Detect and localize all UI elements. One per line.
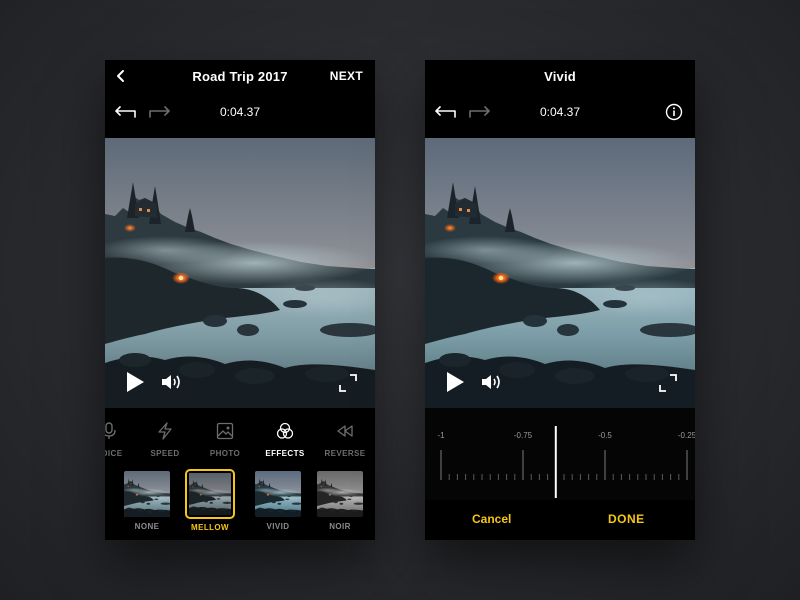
tab-label: SPEED — [150, 449, 180, 458]
action-bar: Cancel DONE — [425, 500, 695, 540]
filter-label: NONE — [134, 522, 160, 531]
rewind-icon — [337, 425, 353, 437]
slider-ruler[interactable]: -1 -0.75 -0.5 -0.25 — [425, 408, 695, 500]
filter-mellow[interactable]: MELLOW — [185, 468, 235, 532]
video-frame — [105, 138, 375, 408]
editor-screen-effects: Road Trip 2017 NEXT 0:04.37 ICE SPEED PH… — [105, 60, 375, 540]
next-button[interactable]: NEXT — [330, 69, 363, 83]
fullscreen-icon[interactable] — [659, 374, 677, 392]
filter-preview-image — [124, 471, 170, 517]
top-bar: Road Trip 2017 NEXT — [105, 60, 375, 94]
info-icon[interactable] — [665, 103, 683, 121]
filter-label: NOIR — [329, 522, 351, 531]
filter-vivid[interactable]: VIVID — [253, 468, 303, 531]
filter-preview-image — [255, 471, 301, 517]
top-bar: Vivid — [425, 60, 695, 94]
volume-icon[interactable] — [481, 373, 503, 391]
lightning-icon — [158, 422, 172, 440]
history-bar: 0:04.37 — [425, 94, 695, 138]
filter-none[interactable]: NONE — [122, 468, 172, 531]
play-icon[interactable] — [125, 371, 145, 393]
tab-label: PHOTO — [209, 449, 241, 458]
slider-tick-label: -0.5 — [598, 431, 612, 440]
filter-thumbnail — [255, 471, 301, 517]
slider-tick-label: -1 — [437, 431, 445, 440]
filter-preview-image — [317, 471, 363, 517]
volume-icon[interactable] — [161, 373, 183, 391]
filter-title: Vivid — [544, 69, 576, 84]
video-preview[interactable] — [105, 138, 375, 408]
done-button[interactable]: DONE — [608, 512, 645, 526]
image-icon — [216, 422, 234, 440]
filter-thumbnail — [185, 469, 235, 519]
history-bar: 0:04.37 — [105, 94, 375, 138]
filter-thumbnail — [124, 471, 170, 517]
filter-noir[interactable]: NOIR — [315, 468, 365, 531]
mic-icon — [105, 422, 116, 439]
intensity-slider[interactable]: -1 -0.75 -0.5 -0.25 — [425, 408, 695, 500]
tab-photo[interactable]: PHOTO — [195, 422, 255, 461]
filter-adjust-screen: Vivid 0:04.37 -1 -0.75 -0.5 -0.25 Cancel… — [425, 60, 695, 540]
playback-time: 0:04.37 — [219, 105, 261, 119]
filter-strip: NONE MELLOW VIVID NOIR — [105, 464, 375, 540]
filter-thumbnail — [317, 471, 363, 517]
playback-time: 0:04.37 — [539, 105, 581, 119]
effects-icon — [276, 422, 294, 439]
video-preview[interactable] — [425, 138, 695, 408]
fullscreen-icon[interactable] — [339, 374, 357, 392]
tab-label: EFFECTS — [265, 449, 305, 458]
filter-label: MELLOW — [191, 523, 229, 532]
tool-tabs: VOICE SPEED PHOTO EFFECTS — [105, 408, 375, 460]
tab-label: REVERSE — [324, 449, 366, 458]
slider-tick-label: -0.25 — [678, 431, 695, 440]
tab-speed[interactable]: SPEED — [135, 422, 195, 461]
play-icon[interactable] — [445, 371, 465, 393]
filter-label: VIVID — [266, 522, 290, 531]
tab-label: VOICE — [105, 449, 123, 458]
tab-voice[interactable]: VOICE — [105, 422, 139, 461]
tab-effects[interactable]: EFFECTS — [255, 422, 315, 461]
tab-reverse[interactable]: REVERSE — [315, 422, 375, 461]
video-frame — [425, 138, 695, 408]
slider-tick-label: -0.75 — [514, 431, 533, 440]
cancel-button[interactable]: Cancel — [472, 512, 511, 526]
filter-preview-image — [187, 473, 233, 515]
